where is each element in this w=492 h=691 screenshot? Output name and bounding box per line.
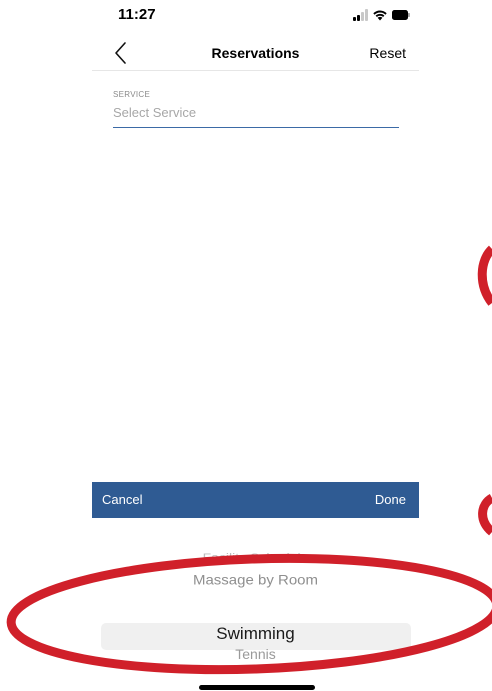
service-select-input[interactable]: Select Service (113, 105, 399, 128)
annotation-arc-upper (477, 245, 492, 306)
annotation-arc-lower (478, 494, 492, 536)
status-bar: 11:27 (92, 0, 419, 36)
status-time: 11:27 (118, 6, 156, 23)
done-button[interactable]: Done (375, 492, 406, 507)
picker-option[interactable]: Facility Schedule (92, 551, 419, 563)
service-field: SERVICE Select Service (113, 90, 399, 128)
battery-icon (392, 10, 410, 20)
cancel-button[interactable]: Cancel (102, 492, 142, 507)
picker-option[interactable]: Tennis (92, 646, 419, 662)
picker-toolbar: Cancel Done (92, 482, 419, 518)
picker-option-selected[interactable]: Swimming (92, 624, 419, 644)
service-picker-wheel[interactable]: Facility Schedule Massage by Room Swimmi… (92, 518, 419, 688)
reset-button[interactable]: Reset (369, 45, 406, 61)
home-indicator (199, 685, 315, 690)
wifi-icon (373, 10, 387, 21)
service-field-label: SERVICE (113, 90, 151, 99)
navigation-bar: Reservations Reset (92, 36, 419, 71)
cellular-signal-icon (353, 9, 369, 21)
picker-option[interactable]: Massage by Room (92, 573, 419, 588)
app-screen: 11:27 Reservations Reset SERVICE Select … (92, 0, 419, 691)
